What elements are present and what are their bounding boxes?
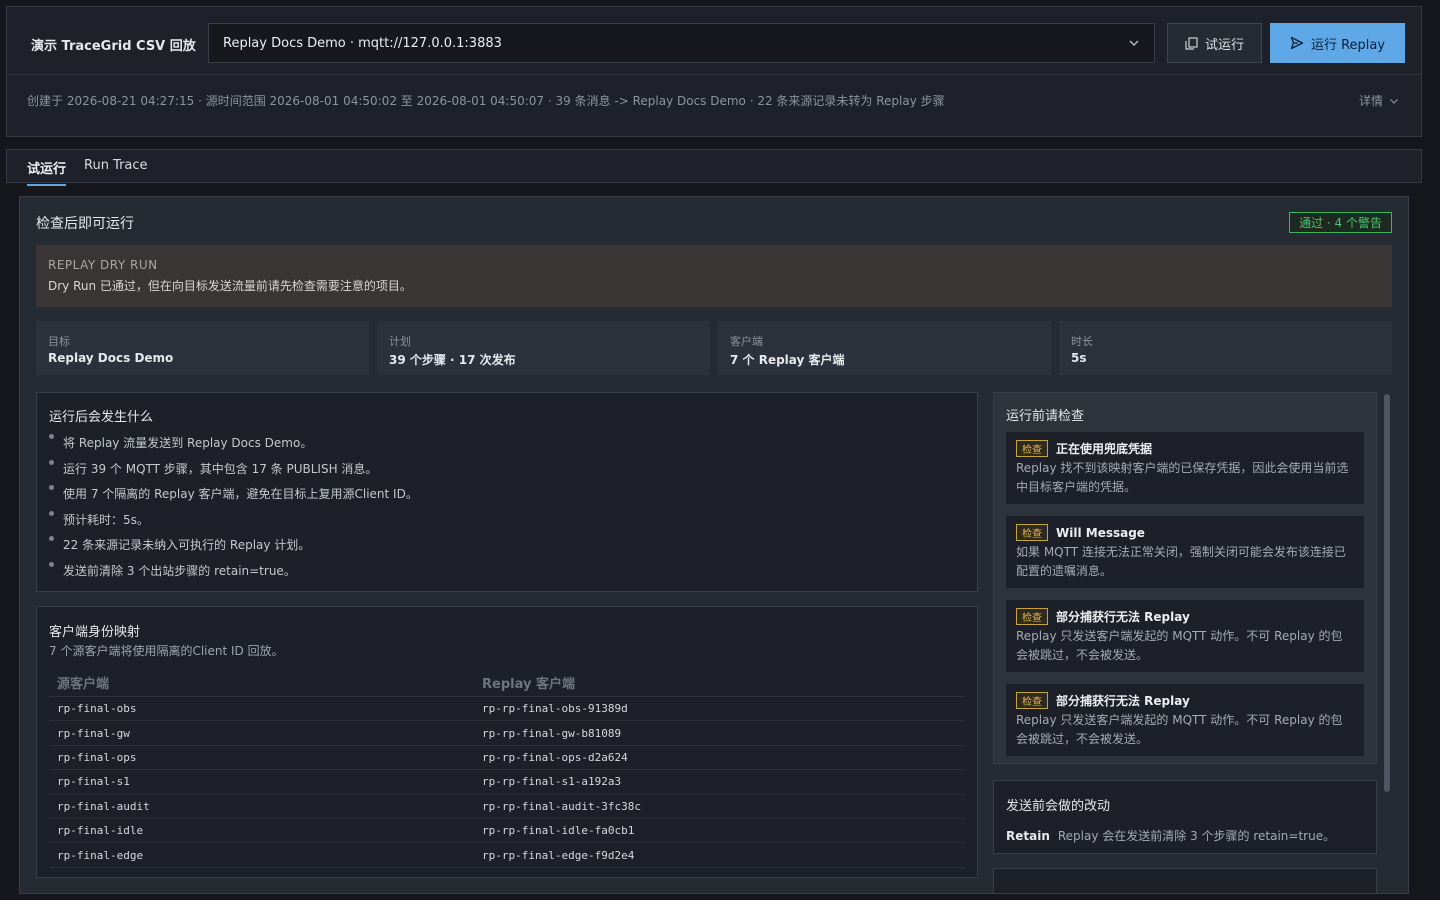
stats-row: 目标 Replay Docs Demo 计划 39 个步骤 · 17 次发布 客…	[36, 321, 1392, 375]
what-happens-panel: 运行后会发生什么 将 Replay 流量发送到 Replay Docs Demo…	[36, 392, 978, 592]
scrollbar-thumb[interactable]	[1384, 394, 1390, 792]
stat-clients: 客户端 7 个 Replay 客户端	[718, 321, 1051, 375]
column-header-replay: Replay 客户端	[474, 673, 965, 697]
check-title: 部分捕获行无法 Replay	[1056, 694, 1190, 708]
tab-dry-run[interactable]: 试运行	[27, 158, 67, 186]
page-title: 演示 TraceGrid CSV 回放	[31, 39, 196, 54]
stat-label: 计划	[389, 335, 411, 348]
prechecks-title: 运行前请检查	[1006, 409, 1085, 424]
target-select-value: Replay Docs Demo · mqtt://127.0.0.1:3883	[223, 35, 502, 51]
check-tag: 检查	[1016, 608, 1048, 625]
table-row: rp-final-edge rp-rp-final-edge-f9d2e4	[49, 842, 965, 868]
check-desc: 如果 MQTT 连接无法正常关闭，强制关闭可能会发布该连接已配置的遗嘱消息。	[1016, 545, 1346, 578]
check-item: 检查 正在使用兜底凭据 Replay 找不到该映射客户端的已保存凭据，因此会使用当…	[1006, 432, 1364, 504]
changes-title: 发送前会做的改动	[1006, 799, 1111, 814]
replay-client-cell: rp-rp-final-gw-b81089	[474, 720, 965, 746]
table-row: rp-final-obs rp-rp-final-obs-91389d	[49, 696, 965, 722]
table-row: rp-final-audit rp-rp-final-audit-3fc38c	[49, 794, 965, 819]
details-toggle[interactable]: 详情	[1359, 92, 1399, 109]
changes-panel: 发送前会做的改动 Retain Replay 会在发送前清除 3 个步骤的 ret…	[993, 780, 1377, 854]
run-replay-button-label: 运行 Replay	[1310, 37, 1386, 53]
check-tag: 检查	[1016, 692, 1048, 709]
list-item: 22 条来源记录未纳入可执行的 Replay 计划。	[49, 536, 965, 563]
tab-run-trace[interactable]: Run Trace	[84, 158, 148, 180]
replay-client-cell: rp-rp-final-s1-a192a3	[474, 769, 965, 795]
check-title: 正在使用兜底凭据	[1056, 442, 1153, 456]
list-item: 发送前清除 3 个出站步骤的 retain=true。	[49, 561, 965, 589]
check-title: Will Message	[1056, 525, 1145, 540]
notice-kicker: REPLAY DRY RUN	[48, 258, 158, 272]
stat-duration: 时长 5s	[1059, 321, 1392, 375]
stat-label: 时长	[1071, 335, 1093, 348]
dry-run-button-label: 试运行	[1204, 37, 1244, 53]
column-header-source: 源客户端	[49, 673, 474, 697]
change-key: Retain	[1006, 829, 1050, 843]
list-item: 预计耗时：5s。	[49, 510, 965, 538]
change-row: Retain Replay 会在发送前清除 3 个步骤的 retain=true。	[1006, 827, 1364, 844]
dry-run-button[interactable]: 试运行	[1167, 23, 1262, 63]
check-item: 检查 Will Message 如果 MQTT 连接无法正常关闭，强制关闭可能会发…	[1006, 516, 1364, 588]
change-text: Replay 会在发送前清除 3 个步骤的 retain=true。	[1057, 829, 1336, 843]
target-select[interactable]: Replay Docs Demo · mqtt://127.0.0.1:3883	[208, 23, 1155, 63]
send-icon	[1290, 36, 1304, 50]
table-row: rp-final-gw rp-rp-final-gw-b81089	[49, 720, 965, 746]
stat-label: 目标	[48, 335, 70, 348]
check-item: 检查 部分捕获行无法 Replay Replay 只发送客户端发起的 MQTT 动…	[1006, 684, 1364, 756]
client-map-subtitle: 7 个源客户端将使用隔离的Client ID 回放。	[49, 644, 284, 658]
notice-text: Dry Run 已通过，但在向目标发送流量前请先检查需要注意的项目。	[48, 279, 412, 293]
check-title: 部分捕获行无法 Replay	[1056, 610, 1190, 624]
source-client-cell: rp-final-idle	[49, 818, 474, 844]
table-row: rp-final-ops rp-rp-final-ops-d2a624	[49, 745, 965, 771]
stat-value: 39 个步骤 · 17 次发布	[389, 353, 516, 367]
table-header-row: 源客户端 Replay 客户端	[49, 673, 965, 697]
stat-plan: 计划 39 个步骤 · 17 次发布	[377, 321, 710, 375]
dry-run-notice: REPLAY DRY RUN Dry Run 已通过，但在向目标发送流量前请先检…	[36, 245, 1392, 307]
source-client-cell: rp-final-audit	[49, 794, 474, 819]
stat-label: 客户端	[730, 335, 763, 348]
replay-client-cell: rp-rp-final-idle-fa0cb1	[474, 818, 965, 844]
check-tag: 检查	[1016, 440, 1048, 457]
table-row: rp-final-idle rp-rp-final-idle-fa0cb1	[49, 818, 965, 844]
header-panel: 演示 TraceGrid CSV 回放 Replay Docs Demo · m…	[6, 6, 1422, 137]
replay-client-cell: rp-rp-final-edge-f9d2e4	[474, 842, 965, 868]
tab-bar: 试运行 Run Trace	[6, 149, 1422, 186]
check-tag: 检查	[1016, 524, 1048, 541]
replay-client-cell: rp-rp-final-ops-d2a624	[474, 745, 965, 771]
source-client-cell: rp-final-gw	[49, 720, 474, 746]
source-client-cell: rp-final-edge	[49, 842, 474, 868]
source-client-cell: rp-final-obs	[49, 696, 474, 722]
prechecks-panel: 运行前请检查 检查 正在使用兜底凭据 Replay 找不到该映射客户端的已保存凭据…	[993, 392, 1377, 764]
stat-value: 5s	[1071, 351, 1087, 365]
chevron-down-icon	[1129, 40, 1139, 46]
check-desc: Replay 只发送客户端发起的 MQTT 动作。不可 Replay 的包会被跳…	[1016, 629, 1343, 662]
details-label: 详情	[1358, 94, 1383, 108]
client-map-panel: 客户端身份映射 7 个源客户端将使用隔离的Client ID 回放。 源客户端 …	[36, 606, 978, 878]
source-client-cell: rp-final-s1	[49, 769, 474, 795]
next-panel-edge	[993, 868, 1377, 893]
table-row: rp-final-s1 rp-rp-final-s1-a192a3	[49, 769, 965, 795]
check-desc: Replay 只发送客户端发起的 MQTT 动作。不可 Replay 的包会被跳…	[1016, 713, 1343, 746]
what-happens-title: 运行后会发生什么	[49, 410, 154, 425]
replay-client-cell: rp-rp-final-obs-91389d	[474, 696, 965, 722]
replay-client-cell: rp-rp-final-audit-3fc38c	[474, 794, 965, 819]
run-replay-button[interactable]: 运行 Replay	[1270, 23, 1405, 63]
dry-run-panel: 检查后即可运行 通过 · 4 个警告 REPLAY DRY RUN Dry Ru…	[19, 196, 1409, 894]
chevron-down-icon	[1390, 98, 1398, 104]
header-divider	[7, 74, 1421, 75]
list-item: 使用 7 个隔离的 Replay 客户端，避免在目标上复用源Client ID。	[49, 485, 965, 512]
list-item: 运行 39 个 MQTT 步骤，其中包含 17 条 PUBLISH 消息。	[49, 459, 965, 487]
stat-target: 目标 Replay Docs Demo	[36, 321, 369, 375]
list-item: 将 Replay 流量发送到 Replay Docs Demo。	[49, 434, 965, 461]
source-client-cell: rp-final-ops	[49, 745, 474, 771]
copy-icon	[1185, 36, 1198, 50]
replay-meta: 创建于 2026-08-21 04:27:15 · 源时间范围 2026-08-…	[27, 94, 945, 108]
client-map-title: 客户端身份映射	[49, 625, 141, 640]
status-badge: 通过 · 4 个警告	[1289, 212, 1392, 233]
stat-value: Replay Docs Demo	[48, 351, 174, 365]
client-map-table: 源客户端 Replay 客户端 rp-final-obs rp-rp-final-…	[49, 673, 965, 868]
dry-run-title: 检查后即可运行	[36, 216, 134, 232]
check-item: 检查 部分捕获行无法 Replay Replay 只发送客户端发起的 MQTT 动…	[1006, 600, 1364, 672]
stat-value: 7 个 Replay 客户端	[730, 353, 845, 367]
check-desc: Replay 找不到该映射客户端的已保存凭据，因此会使用当前选中目标客户端的凭据…	[1016, 461, 1349, 494]
